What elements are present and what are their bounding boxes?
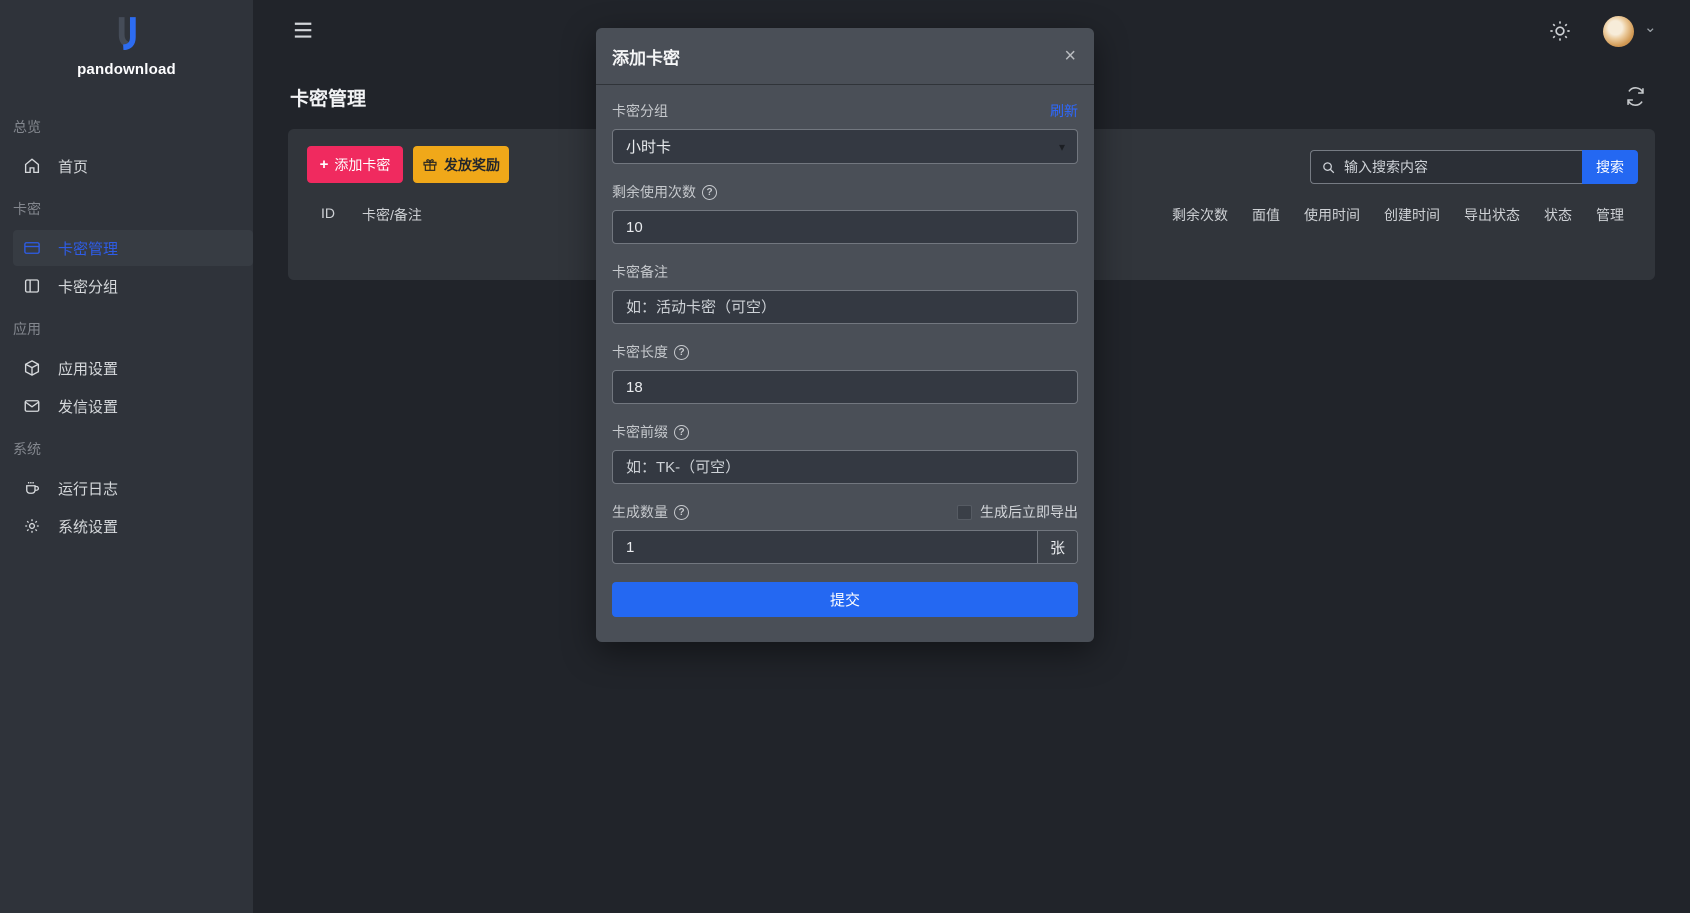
quantity-unit-addon: 张	[1037, 531, 1077, 563]
column-header-id: ID	[321, 205, 335, 225]
field-label-remaining: 剩余使用次数 ?	[612, 182, 1078, 202]
grant-reward-label: 发放奖励	[444, 155, 500, 175]
note-label-text: 卡密备注	[612, 262, 668, 282]
table-header-right: 剩余次数 面值 使用时间 创建时间 导出状态 状态 管理	[1172, 205, 1624, 225]
column-header-status: 状态	[1544, 205, 1572, 225]
credit-card-icon	[23, 239, 41, 257]
sidebar-item-label: 系统设置	[58, 516, 118, 537]
search-button[interactable]: 搜索	[1582, 150, 1638, 184]
brand-name: pandownload	[0, 61, 253, 78]
card-group-select[interactable]: 小时卡 ▾	[612, 129, 1078, 164]
export-checkbox-label: 生成后立即导出	[980, 502, 1078, 522]
sidebar-item-label: 应用设置	[58, 358, 118, 379]
card-prefix-input[interactable]	[612, 450, 1078, 484]
card-note-input[interactable]	[612, 290, 1078, 324]
grant-reward-button[interactable]: 发放奖励	[413, 146, 509, 183]
caret-down-icon: ▾	[1059, 140, 1065, 154]
search-group: 搜索	[1310, 150, 1638, 184]
sidebar-nav: 总览 首页 卡密 卡密管理 卡密分组 应用 应用设置	[0, 104, 253, 544]
sidebar-item-label: 卡密管理	[58, 238, 118, 259]
brand-logo-icon	[114, 16, 140, 50]
card-group-selected-value: 小时卡	[626, 136, 671, 157]
sidebar-item-card-groups[interactable]: 卡密分组	[0, 268, 253, 304]
prefix-label-text: 卡密前缀	[612, 422, 668, 442]
column-header-export-status: 导出状态	[1464, 205, 1520, 225]
length-label-text: 卡密长度	[612, 342, 668, 362]
cube-icon	[23, 359, 41, 377]
sidebar-item-label: 发信设置	[58, 396, 118, 417]
nav-section-overview: 总览	[0, 104, 253, 146]
column-header-key-note: 卡密/备注	[362, 205, 422, 225]
help-icon[interactable]: ?	[674, 425, 689, 440]
quantity-input[interactable]	[613, 531, 1037, 563]
submit-button[interactable]: 提交	[612, 582, 1078, 617]
search-input[interactable]	[1344, 159, 1572, 175]
sidebar-item-run-logs[interactable]: 运行日志	[0, 470, 253, 506]
gear-icon	[23, 517, 41, 535]
field-label-group: 卡密分组 刷新	[612, 101, 1078, 121]
nav-section-app: 应用	[0, 306, 253, 348]
gift-icon	[422, 157, 438, 173]
export-checkbox[interactable]	[957, 505, 972, 520]
field-label-length: 卡密长度 ?	[612, 342, 1078, 362]
search-box	[1310, 150, 1582, 184]
column-header-face-value: 面值	[1252, 205, 1280, 225]
field-label-note: 卡密备注	[612, 262, 1078, 282]
column-header-create-time: 创建时间	[1384, 205, 1440, 225]
brand-logo: pandownload	[0, 0, 253, 78]
add-card-key-modal: 添加卡密 × 卡密分组 刷新 小时卡 ▾ 剩余使用次数 ? 卡密备注 卡密长度 …	[596, 28, 1094, 642]
column-header-remaining: 剩余次数	[1172, 205, 1228, 225]
field-label-quantity: 生成数量 ? 生成后立即导出	[612, 502, 1078, 522]
sidebar-item-mail-settings[interactable]: 发信设置	[0, 388, 253, 424]
sidebar: pandownload 总览 首页 卡密 卡密管理 卡密分组 应用	[0, 0, 253, 913]
coffee-icon	[23, 479, 41, 497]
help-icon[interactable]: ?	[702, 185, 717, 200]
envelope-icon	[23, 397, 41, 415]
sidebar-item-system-settings[interactable]: 系统设置	[0, 508, 253, 544]
modal-title: 添加卡密	[612, 44, 680, 69]
remaining-label-text: 剩余使用次数	[612, 182, 696, 202]
help-icon[interactable]: ?	[674, 345, 689, 360]
remaining-uses-input[interactable]	[612, 210, 1078, 244]
columns-icon	[23, 277, 41, 295]
refresh-groups-link[interactable]: 刷新	[1050, 101, 1078, 121]
quantity-label-text: 生成数量	[612, 502, 668, 522]
quantity-input-group: 张	[612, 530, 1078, 564]
nav-section-cards: 卡密	[0, 186, 253, 228]
home-icon	[23, 157, 41, 175]
field-label-prefix: 卡密前缀 ?	[612, 422, 1078, 442]
menu-toggle-icon[interactable]	[293, 21, 315, 41]
refresh-icon[interactable]	[1625, 86, 1646, 112]
nav-section-system: 系统	[0, 426, 253, 468]
column-header-manage: 管理	[1596, 205, 1624, 225]
column-header-use-time: 使用时间	[1304, 205, 1360, 225]
export-after-generate-checkbox-row[interactable]: 生成后立即导出	[957, 502, 1078, 522]
theme-toggle-sun-icon[interactable]	[1549, 20, 1571, 47]
table-header-left: ID 卡密/备注	[321, 205, 422, 225]
plus-icon: +	[320, 156, 329, 173]
add-card-key-button[interactable]: + 添加卡密	[307, 146, 403, 183]
card-length-input[interactable]	[612, 370, 1078, 404]
add-card-key-label: 添加卡密	[334, 155, 390, 175]
help-icon[interactable]: ?	[674, 505, 689, 520]
sidebar-item-card-management[interactable]: 卡密管理	[13, 230, 253, 266]
sidebar-item-label: 运行日志	[58, 478, 118, 499]
page-title: 卡密管理	[290, 84, 366, 111]
search-icon	[1321, 160, 1336, 175]
chevron-down-icon[interactable]: ⌄	[1644, 18, 1657, 36]
sidebar-item-label: 首页	[58, 156, 88, 177]
sidebar-item-app-settings[interactable]: 应用设置	[0, 350, 253, 386]
sidebar-item-label: 卡密分组	[58, 276, 118, 297]
modal-body: 卡密分组 刷新 小时卡 ▾ 剩余使用次数 ? 卡密备注 卡密长度 ? 卡密前缀 …	[596, 85, 1094, 642]
user-avatar[interactable]	[1603, 16, 1634, 47]
group-label-text: 卡密分组	[612, 101, 668, 121]
sidebar-item-home[interactable]: 首页	[0, 148, 253, 184]
modal-header: 添加卡密 ×	[596, 28, 1094, 85]
close-icon[interactable]: ×	[1064, 46, 1076, 66]
